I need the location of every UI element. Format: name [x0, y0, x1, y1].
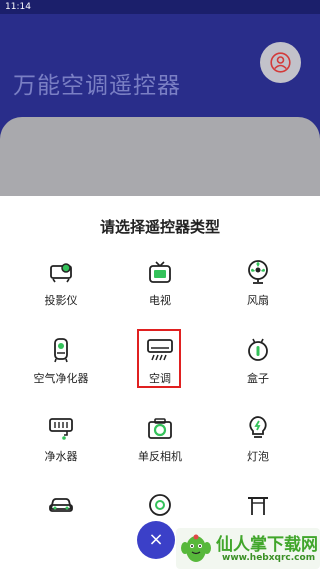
car-icon [49, 498, 73, 512]
device-label: 投影仪 [44, 294, 78, 307]
gate-icon [248, 497, 268, 515]
device-set-top-box[interactable]: 盒子 [208, 336, 308, 408]
device-car[interactable] [11, 491, 111, 563]
device-label: 空气净化器 [33, 372, 89, 385]
device-label: 盒子 [247, 372, 269, 385]
robot-vacuum-icon [149, 494, 171, 516]
projector-icon [50, 263, 72, 283]
device-label: 净水器 [44, 450, 78, 463]
device-tv[interactable]: 电视 [110, 258, 210, 330]
status-bar: 11:14 [0, 0, 320, 14]
device-label: 风扇 [247, 294, 269, 307]
selection-highlight [137, 329, 181, 388]
device-air-purifier[interactable]: 空气净化器 [11, 336, 111, 408]
set-top-box-icon [248, 338, 268, 361]
user-icon [270, 52, 291, 73]
device-fan[interactable]: 风扇 [208, 258, 308, 330]
remote-type-sheet: 请选择遥控器类型 投影仪 电视 风扇 空气净化器 空调 盒子 净水器 单反相机 … [0, 196, 320, 569]
status-time: 11:14 [5, 2, 31, 12]
user-profile-button[interactable] [260, 42, 301, 83]
device-label: 电视 [149, 294, 171, 307]
device-label: 灯泡 [247, 450, 269, 463]
device-projector[interactable]: 投影仪 [11, 258, 111, 330]
tv-icon [149, 261, 171, 283]
close-icon: × [148, 529, 164, 550]
air-purifier-icon [54, 338, 68, 363]
watermark-url: www.hebxqrc.com [222, 553, 316, 563]
app-title: 万能空调遥控器 [13, 73, 181, 99]
device-water-purifier[interactable]: 净水器 [11, 414, 111, 486]
fan-icon [248, 260, 268, 284]
camera-icon [148, 418, 172, 439]
sheet-title: 请选择遥控器类型 [99, 218, 220, 236]
close-button[interactable]: × [137, 521, 175, 559]
device-light-bulb[interactable]: 灯泡 [208, 414, 308, 486]
device-label: 单反相机 [138, 450, 182, 463]
device-camera[interactable]: 单反相机 [110, 414, 210, 486]
light-bulb-icon [249, 416, 267, 438]
app-screen: 11:14 万能空调遥控器 请选择遥控器类型 投影仪 电视 风扇 空气净化器 空… [0, 0, 320, 569]
watermark: 仙人掌下载网 www.hebxqrc.com [176, 528, 320, 569]
cactus-logo-icon [181, 534, 211, 562]
water-purifier-icon [49, 418, 73, 440]
watermark-name: 仙人掌下载网 [216, 535, 318, 555]
